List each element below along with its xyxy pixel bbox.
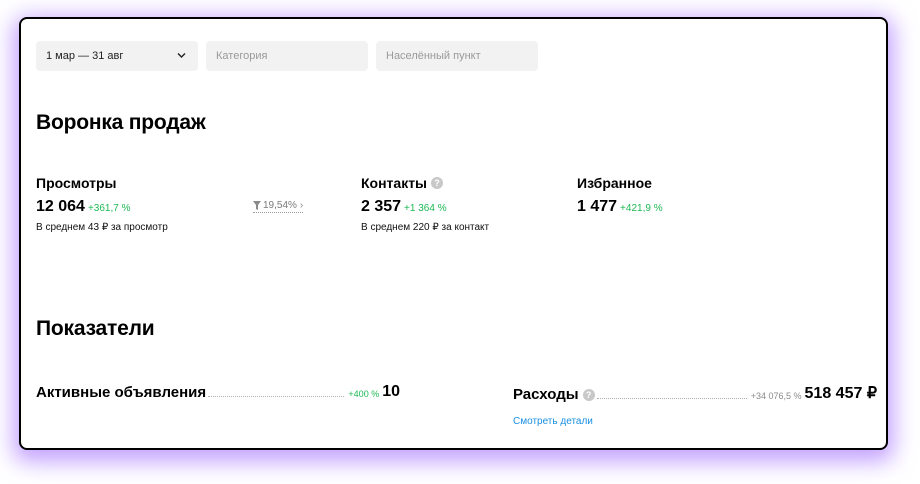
favorites-label: Избранное [577,175,652,191]
stats-card: 1 мар — 31 авг Воронка продаж Просмотры … [19,17,888,450]
contacts-value-line: 2 357 +1 364 % [361,198,489,216]
expenses-value: 518 457 ₽ [804,385,877,402]
conversion-rate[interactable]: 19,54% › [253,200,304,213]
help-icon[interactable]: ? [431,177,444,189]
conversion-value: 19,54% [263,200,297,211]
expenses-row: Расходы ? +34 076,5 % 518 457 ₽ [513,383,877,403]
active-ads-label: Активные объявления [36,384,207,401]
contacts-value: 2 357 [361,198,402,215]
chevron-down-icon [177,53,186,58]
city-input[interactable] [376,41,538,71]
funnel-title: Воронка продаж [36,111,206,134]
favorites-metric: Избранное 1 477 +421,9 % [577,175,663,216]
chevron-right-icon: › [299,200,304,211]
expenses-delta: +34 076,5 % [750,391,802,401]
dotted-leader [596,397,747,399]
views-value-line: 12 064 +361,7 % [36,198,168,216]
views-average: В среднем 43 ₽ за просмотр [36,222,168,233]
views-delta: +361,7 % [87,203,131,214]
contacts-metric: Контакты ? 2 357 +1 364 % В среднем 220 ₽… [361,175,489,233]
expenses-label-line: Расходы ? [513,386,595,403]
active-ads-value: 10 [382,383,400,400]
favorites-delta: +421,9 % [620,203,663,214]
views-label: Просмотры [36,175,117,191]
funnel-icon [253,201,261,210]
dotted-leader [208,395,345,397]
category-input[interactable] [206,41,368,71]
views-metric: Просмотры 12 064 +361,7 % В среднем 43 ₽ … [36,175,168,233]
contacts-label-line: Контакты ? [361,175,489,191]
metrics-title: Показатели [36,317,155,340]
active-ads-row: Активные объявления +400 % 10 [36,383,400,401]
expenses-details-link[interactable]: Смотреть детали [513,416,593,427]
favorites-value-line: 1 477 +421,9 % [577,198,663,216]
contacts-delta: +1 364 % [404,203,447,214]
contacts-label: Контакты [361,175,428,191]
views-value: 12 064 [36,198,85,215]
contacts-average: В среднем 220 ₽ за контакт [361,222,490,233]
period-select[interactable]: 1 мар — 31 авг [36,41,198,71]
expenses-label: Расходы [513,386,579,403]
period-value: 1 мар — 31 авг [46,50,124,62]
active-ads-delta: +400 % [348,389,380,399]
help-icon[interactable]: ? [582,388,595,401]
favorites-value: 1 477 [577,198,618,215]
